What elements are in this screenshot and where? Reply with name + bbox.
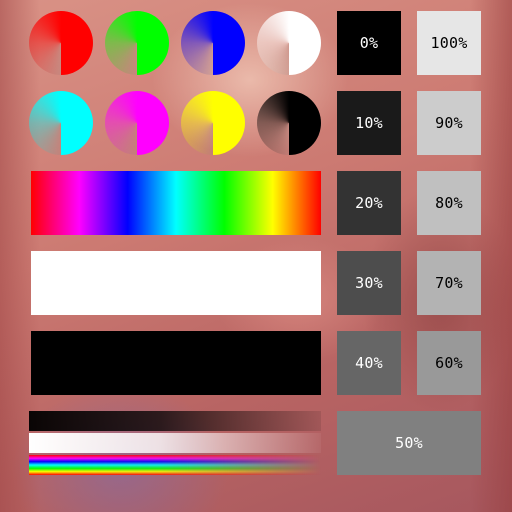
blue-color-wheel (181, 11, 245, 75)
black-color-wheel (257, 91, 321, 155)
gray-swatch-50-label: 50% (395, 434, 423, 452)
gray-swatch-20-label: 20% (355, 194, 383, 212)
gray-swatch-60-label: 60% (435, 354, 463, 372)
white-fade-strip (29, 433, 321, 453)
gray-swatch-80: 80% (417, 171, 481, 235)
gray-swatch-100: 100% (417, 11, 481, 75)
gray-swatch-20: 20% (337, 171, 401, 235)
gray-swatch-60: 60% (417, 331, 481, 395)
red-color-wheel (29, 11, 93, 75)
gray-swatch-10: 10% (337, 91, 401, 155)
cyan-color-wheel (29, 91, 93, 155)
gray-swatch-70: 70% (417, 251, 481, 315)
gray-swatch-0: 0% (337, 11, 401, 75)
gray-swatch-100-label: 100% (430, 34, 468, 52)
gray-swatch-90-label: 90% (435, 114, 463, 132)
white-color-wheel (257, 11, 321, 75)
gray-swatch-30: 30% (337, 251, 401, 315)
black-fade-strip (29, 411, 321, 431)
gray-swatch-30-label: 30% (355, 274, 383, 292)
rainbow-fade-strip (29, 455, 321, 475)
gray-swatch-40-label: 40% (355, 354, 383, 372)
black-bar (31, 331, 321, 395)
gray-swatch-40: 40% (337, 331, 401, 395)
gray-swatch-80-label: 80% (435, 194, 463, 212)
magenta-color-wheel (105, 91, 169, 155)
green-color-wheel (105, 11, 169, 75)
gray-swatch-70-label: 70% (435, 274, 463, 292)
gray-swatch-10-label: 10% (355, 114, 383, 132)
white-bar (31, 251, 321, 315)
hue-spectrum-bar (31, 171, 321, 235)
gray-swatch-50: 50% (337, 411, 481, 475)
gray-swatch-90: 90% (417, 91, 481, 155)
test-pattern-canvas: 0% 100% 10% 90% 20% 80% 30% 70% 40% 60% … (0, 0, 512, 512)
yellow-color-wheel (181, 91, 245, 155)
gray-swatch-0-label: 0% (359, 34, 379, 52)
